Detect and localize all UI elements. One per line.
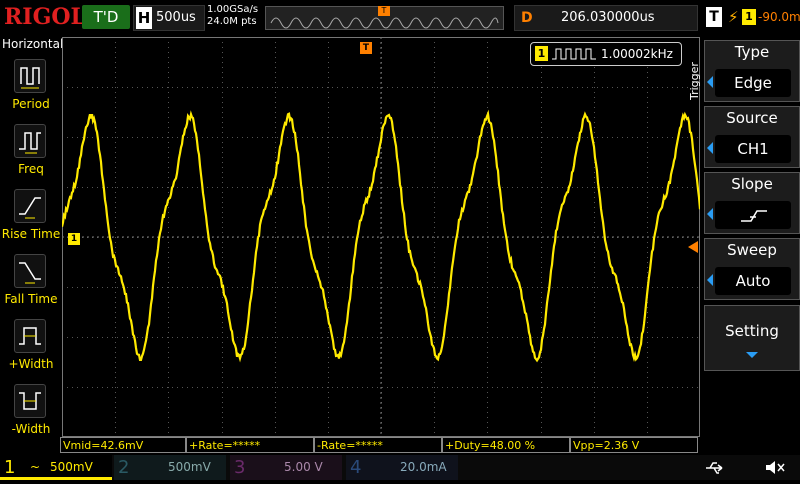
trigger-time-marker[interactable]: T <box>360 42 372 54</box>
freq-label: Freq <box>0 162 62 176</box>
left-arrow-icon <box>707 76 713 88</box>
measure-neg-width-button[interactable]: -Width <box>4 384 56 444</box>
down-arrow-icon <box>746 352 758 358</box>
horizontal-timebase[interactable]: H 500us <box>133 5 205 31</box>
channel-2-scale: 500mV <box>168 455 211 480</box>
trigger-slope-title: Slope <box>705 175 799 193</box>
delay-label: D <box>521 6 533 30</box>
measure-pos-width-button[interactable]: +Width <box>4 319 56 379</box>
trigger-source-title: Source <box>705 109 799 127</box>
channel-3-scale: 5.00 V <box>284 455 323 480</box>
measurement-pos-rate[interactable]: +Rate=***** <box>186 437 314 453</box>
freq-channel-badge: 1 <box>535 46 548 61</box>
ch1-waveform <box>62 37 700 437</box>
delay-value: 206.030000us <box>561 6 695 30</box>
channel-4-status[interactable]: 4 20.0mA <box>346 455 458 480</box>
trigger-menu-side-label: Trigger <box>688 58 702 118</box>
brand-logo: RIGOL <box>4 4 86 30</box>
sound-muted-icon[interactable] <box>760 455 790 480</box>
left-arrow-icon <box>707 142 713 154</box>
measure-period-button[interactable]: Period <box>4 59 56 119</box>
measure-rise-time-button[interactable]: Rise Time <box>4 189 56 249</box>
channel-2-number: 2 <box>118 455 129 480</box>
run-state-badge[interactable]: T'D <box>82 5 130 29</box>
trigger-type-button[interactable]: Type Edge <box>704 40 800 102</box>
pos-width-label: +Width <box>0 357 62 371</box>
channel-1-coupling: ~ <box>30 455 40 480</box>
trigger-menu: Type Edge Source CH1 Slope Sweep Auto Se… <box>704 37 800 437</box>
usb-icon <box>700 455 730 480</box>
trigger-menu-title: Trigger <box>688 62 701 100</box>
trigger-source-value: CH1 <box>715 135 791 163</box>
waveform-display[interactable] <box>62 37 700 437</box>
measure-menu-title: Horizontal <box>0 37 62 51</box>
trigger-type-value: Edge <box>715 69 791 97</box>
horizontal-label: H <box>136 7 152 29</box>
measure-menu: Horizontal Period Freq Rise Time Fall Ti… <box>0 37 60 437</box>
memory-depth: 24.0M pts <box>207 16 258 28</box>
trigger-sweep-value: Auto <box>715 267 791 295</box>
rise-time-label: Rise Time <box>0 227 62 241</box>
trigger-channel: 1 <box>742 9 756 25</box>
frequency-icon <box>14 124 46 158</box>
trigger-label: T <box>706 7 722 27</box>
ch1-offset-marker[interactable]: 1 <box>68 233 80 245</box>
measurement-vpp[interactable]: Vpp=2.36 V <box>570 437 698 453</box>
channel-bar: 1 ~ 500mV 2 500mV 3 5.00 V 4 20.0mA <box>0 455 800 480</box>
trigger-level-marker[interactable] <box>688 241 698 253</box>
positive-width-icon <box>14 319 46 353</box>
channel-1-status[interactable]: 1 ~ 500mV <box>0 455 112 480</box>
timebase-value: 500us <box>156 6 204 30</box>
frequency-counter: 1 1.00002kHz <box>530 42 682 66</box>
period-icon <box>14 59 46 93</box>
channel-4-scale: 20.0mA <box>400 455 447 480</box>
fall-time-icon <box>14 254 46 288</box>
channel-4-number: 4 <box>350 455 361 480</box>
measurement-pos-duty[interactable]: +Duty=48.00 % <box>442 437 570 453</box>
period-label: Period <box>0 97 62 111</box>
trigger-type-title: Type <box>705 43 799 61</box>
trigger-level: -90.0mV <box>758 5 800 29</box>
trigger-slope-value <box>715 201 791 229</box>
channel-2-status[interactable]: 2 500mV <box>114 455 226 480</box>
trigger-slope-button[interactable]: Slope <box>704 172 800 234</box>
status-bar: RIGOL T'D H 500us 1.00GSa/s 24.0M pts T … <box>0 0 800 36</box>
trigger-sweep-title: Sweep <box>705 241 799 259</box>
square-wave-icon <box>551 47 597 61</box>
rise-time-icon <box>14 189 46 223</box>
frequency-value: 1.00002kHz <box>601 43 673 65</box>
channel-1-scale: 500mV <box>50 455 93 480</box>
measure-freq-button[interactable]: Freq <box>4 124 56 184</box>
sample-rate: 1.00GSa/s <box>207 4 258 16</box>
rising-edge-icon: ⚡ <box>728 5 739 29</box>
trigger-source-button[interactable]: Source CH1 <box>704 106 800 168</box>
fall-time-label: Fall Time <box>0 292 62 306</box>
trigger-setting-button[interactable]: Setting <box>704 305 800 371</box>
measure-fall-time-button[interactable]: Fall Time <box>4 254 56 314</box>
trigger-setting-title: Setting <box>705 322 799 340</box>
measurement-neg-rate[interactable]: -Rate=***** <box>314 437 442 453</box>
channel-3-status[interactable]: 3 5.00 V <box>230 455 342 480</box>
negative-width-icon <box>14 384 46 418</box>
left-arrow-icon <box>707 208 713 220</box>
trigger-position-marker: T <box>378 6 390 16</box>
channel-1-number: 1 <box>4 455 15 480</box>
rising-slope-icon <box>715 201 791 229</box>
trigger-status[interactable]: T ⚡ 1 -90.0mV <box>706 5 800 29</box>
channel-3-number: 3 <box>234 455 245 480</box>
trigger-sweep-button[interactable]: Sweep Auto <box>704 238 800 300</box>
delay-box[interactable]: D 206.030000us <box>514 5 698 31</box>
neg-width-label: -Width <box>0 422 62 436</box>
sample-info: 1.00GSa/s 24.0M pts <box>207 4 258 28</box>
measurement-vmid[interactable]: Vmid=42.6mV <box>60 437 186 453</box>
left-arrow-icon <box>707 274 713 286</box>
measurement-bar: Vmid=42.6mV +Rate=***** -Rate=***** +Dut… <box>60 437 700 454</box>
